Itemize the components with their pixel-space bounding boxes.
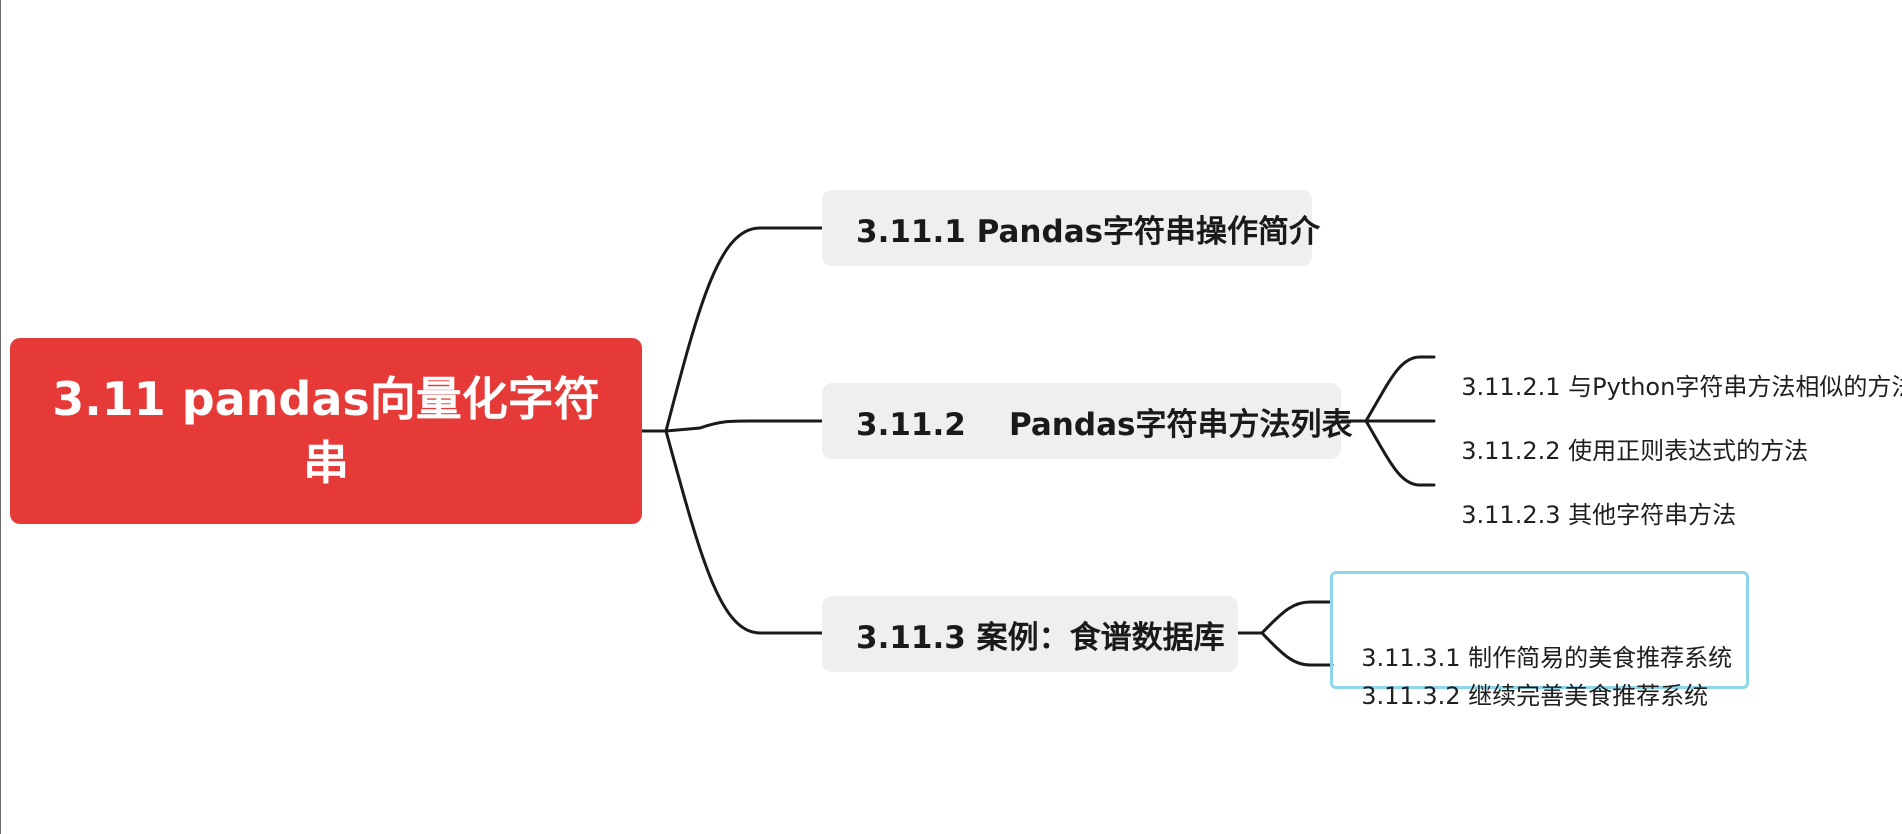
connector-topic-2-child-3 bbox=[1364, 419, 1436, 487]
subtopic-node-label: 3.11.3.2 继续完善美食推荐系统 bbox=[1361, 682, 1709, 710]
topic-node-label: 3.11.2 Pandas字符串方法列表 bbox=[856, 406, 1353, 443]
topic-node-label: 3.11.3 案例：食谱数据库 bbox=[856, 619, 1225, 656]
topic-node-3-11-2[interactable]: 3.11.2 Pandas字符串方法列表 bbox=[822, 383, 1352, 459]
subtopic-node-label: 3.11.2.3 其他字符串方法 bbox=[1461, 501, 1737, 529]
topic-node-3-11-1[interactable]: 3.11.1 Pandas字符串操作简介 bbox=[822, 190, 1320, 266]
topic-node-label: 3.11.1 Pandas字符串操作简介 bbox=[856, 213, 1321, 250]
connector-root-topic-1 bbox=[640, 226, 824, 433]
subtopic-node-label: 3.11.2.1 与Python字符串方法相似的方法 bbox=[1461, 373, 1902, 401]
connector-topic-3-child-1 bbox=[1236, 600, 1332, 635]
root-node[interactable]: 3.11 pandas向量化字符串 bbox=[10, 338, 642, 524]
subtopic-node-3-11-2-2[interactable]: 3.11.2.2 使用正则表达式的方法 bbox=[1446, 406, 1808, 466]
connector-topic-2-child-1 bbox=[1339, 355, 1436, 423]
subtopic-node-3-11-2-1[interactable]: 3.11.2.1 与Python字符串方法相似的方法 bbox=[1446, 342, 1902, 402]
subtopic-node-3-11-3-2[interactable]: 3.11.3.2 继续完善美食推荐系统 bbox=[1346, 651, 1708, 711]
connector-root-topic-3 bbox=[640, 429, 824, 635]
subtopic-node-label: 3.11.2.2 使用正则表达式的方法 bbox=[1461, 437, 1809, 465]
connector-topic-3-child-2 bbox=[1260, 631, 1334, 667]
subtopic-node-3-11-2-3[interactable]: 3.11.2.3 其他字符串方法 bbox=[1446, 470, 1736, 530]
root-node-label: 3.11 pandas向量化字符串 bbox=[52, 372, 600, 490]
topic-node-3-11-3[interactable]: 3.11.3 案例：食谱数据库 bbox=[822, 596, 1238, 672]
